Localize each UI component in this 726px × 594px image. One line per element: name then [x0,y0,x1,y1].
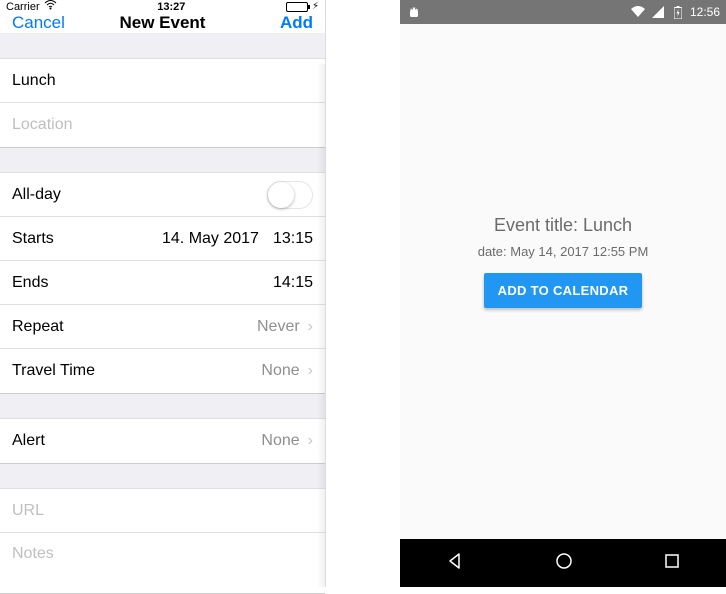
notes-placeholder: Notes [12,545,54,563]
chevron-right-icon: › [308,363,313,379]
add-to-calendar-button[interactable]: ADD TO CALENDAR [484,273,643,308]
status-time: 13:27 [157,1,185,13]
location-field[interactable]: Location [0,103,325,147]
alert-label: Alert [12,432,45,450]
url-field[interactable]: URL [0,489,325,533]
chevron-right-icon: › [308,319,313,335]
ends-time: 14:15 [273,274,313,292]
android-mascot-icon [406,4,422,20]
status-time: 12:56 [690,5,720,19]
repeat-label: Repeat [12,318,64,336]
add-button[interactable]: Add [253,13,313,33]
time-group: All-day Starts 14. May 2017 13:15 Ends 1… [0,172,325,394]
url-placeholder: URL [12,502,44,520]
nav-title: New Event [72,13,253,33]
event-date: date: May 14, 2017 12:55 PM [478,244,649,259]
alert-value: None [261,432,299,450]
title-location-group: Lunch Location [0,58,325,148]
battery-icon [670,4,686,20]
travel-row[interactable]: Travel Time None › [0,349,325,393]
location-placeholder: Location [12,116,73,134]
ios-status-bar: Carrier 13:27 ⚡︎ [0,0,325,13]
event-title-value: Lunch [12,72,56,90]
notes-field[interactable]: Notes [0,533,325,593]
screenshot-gap [326,0,400,587]
home-button[interactable] [554,551,574,575]
battery-icon [286,2,308,12]
starts-time: 13:15 [273,230,313,248]
carrier-label: Carrier [6,1,40,13]
charging-icon: ⚡︎ [312,1,319,12]
android-screen: 12:56 Event title: Lunch date: May 14, 2… [400,0,726,587]
ends-label: Ends [12,274,48,292]
ios-screen: Carrier 13:27 ⚡︎ Cancel New Event Add Lu… [0,0,326,587]
recents-button[interactable] [663,552,681,574]
android-nav-bar [400,539,726,587]
back-button[interactable] [445,551,465,575]
android-content: Event title: Lunch date: May 14, 2017 12… [400,24,726,539]
event-title-field[interactable]: Lunch [0,59,325,103]
travel-value: None [261,362,299,380]
chevron-right-icon: › [308,433,313,449]
allday-label: All-day [12,186,61,204]
starts-date: 14. May 2017 [162,230,259,248]
alert-group: Alert None › [0,418,325,464]
repeat-row[interactable]: Repeat Never › [0,305,325,349]
starts-label: Starts [12,230,54,248]
url-notes-group: URL Notes [0,488,325,594]
ios-navbar: Cancel New Event Add [0,13,325,34]
wifi-icon [630,4,646,20]
android-status-bar: 12:56 [400,0,726,24]
cancel-button[interactable]: Cancel [12,13,72,33]
event-title: Event title: Lunch [494,215,632,236]
allday-row: All-day [0,173,325,217]
allday-toggle[interactable] [267,181,313,209]
wifi-icon [44,0,57,13]
ends-row[interactable]: Ends 14:15 [0,261,325,305]
starts-row[interactable]: Starts 14. May 2017 13:15 [0,217,325,261]
alert-row[interactable]: Alert None › [0,419,325,463]
repeat-value: Never [257,318,300,336]
signal-icon [650,4,666,20]
travel-label: Travel Time [12,362,95,380]
